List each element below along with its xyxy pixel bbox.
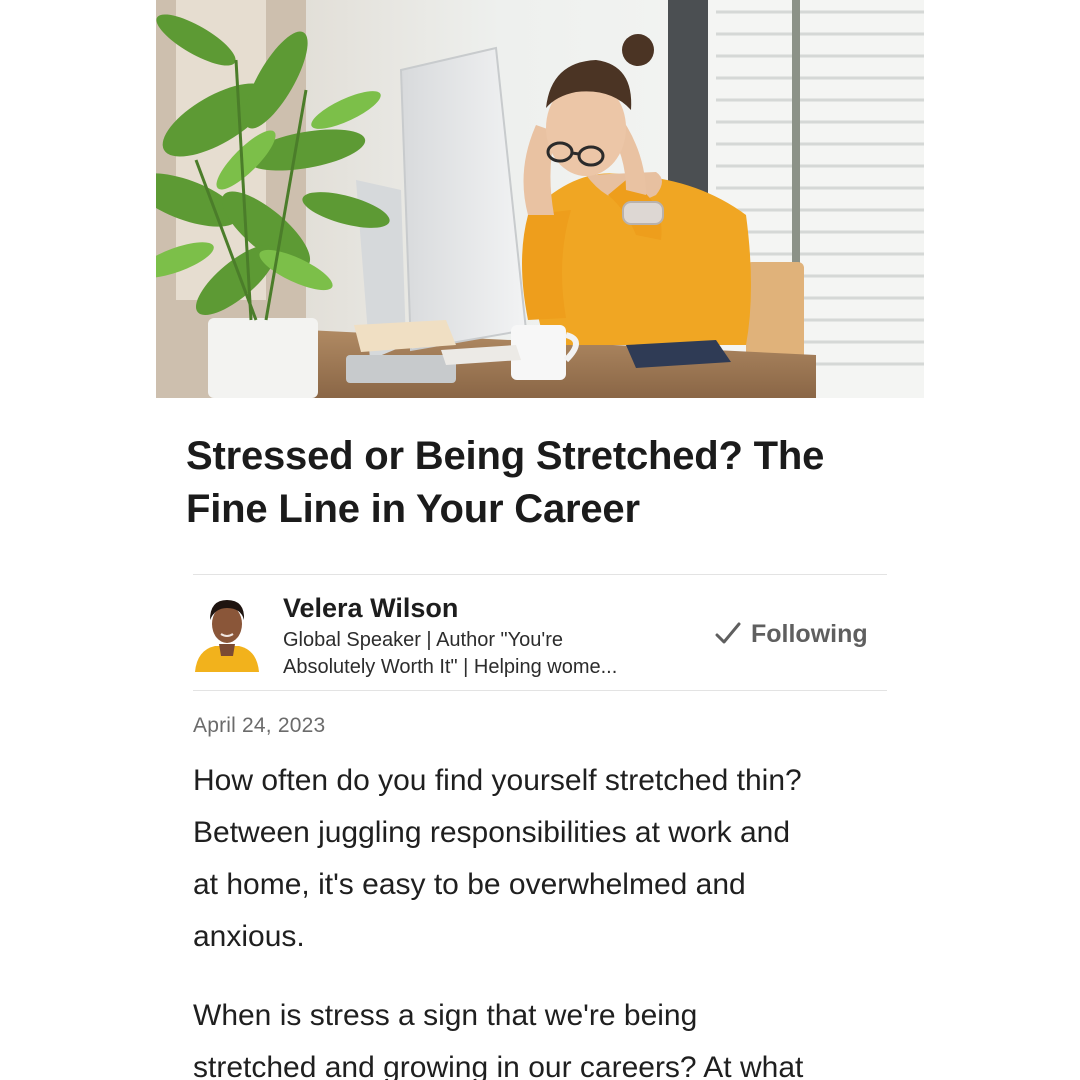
check-icon — [715, 621, 741, 647]
body-paragraph-1: How often do you find yourself stretched… — [193, 755, 893, 963]
body-paragraph-2: When is stress a sign that we're being s… — [193, 990, 893, 1080]
following-button[interactable]: Following — [715, 617, 868, 651]
article-hero-image — [156, 0, 924, 398]
body-paragraph-2-line-1: When is stress a sign that we're being — [193, 999, 698, 1032]
author-headline-line-1: Global Speaker | Author "You're — [283, 629, 563, 651]
body-paragraph-1-line-3: at home, it's easy to be overwhelmed and — [193, 868, 746, 901]
author-avatar[interactable] — [193, 594, 261, 672]
author-card: Velera Wilson Global Speaker | Author "Y… — [193, 574, 887, 691]
article-title-line-1: Stressed or Being Stretched? The — [186, 434, 825, 478]
body-paragraph-1-line-4: anxious. — [193, 920, 305, 953]
author-headline-line-2: Absolutely Worth It" | Helping wome... — [283, 656, 618, 678]
article-page: Stressed or Being Stretched? The Fine Li… — [0, 0, 1080, 1080]
body-paragraph-1-line-1: How often do you find yourself stretched… — [193, 764, 802, 797]
author-name[interactable]: Velera Wilson — [283, 593, 458, 624]
article-title-line-2: Fine Line in Your Career — [186, 487, 640, 531]
author-headline: Global Speaker | Author "You're Absolute… — [283, 627, 703, 681]
following-label: Following — [751, 619, 868, 648]
publish-date: April 24, 2023 — [193, 714, 326, 737]
body-paragraph-2-line-2: stretched and growing in our careers? At… — [193, 1051, 804, 1080]
article-title: Stressed or Being Stretched? The Fine Li… — [186, 430, 906, 536]
body-paragraph-1-line-2: Between juggling responsibilities at wor… — [193, 816, 791, 849]
